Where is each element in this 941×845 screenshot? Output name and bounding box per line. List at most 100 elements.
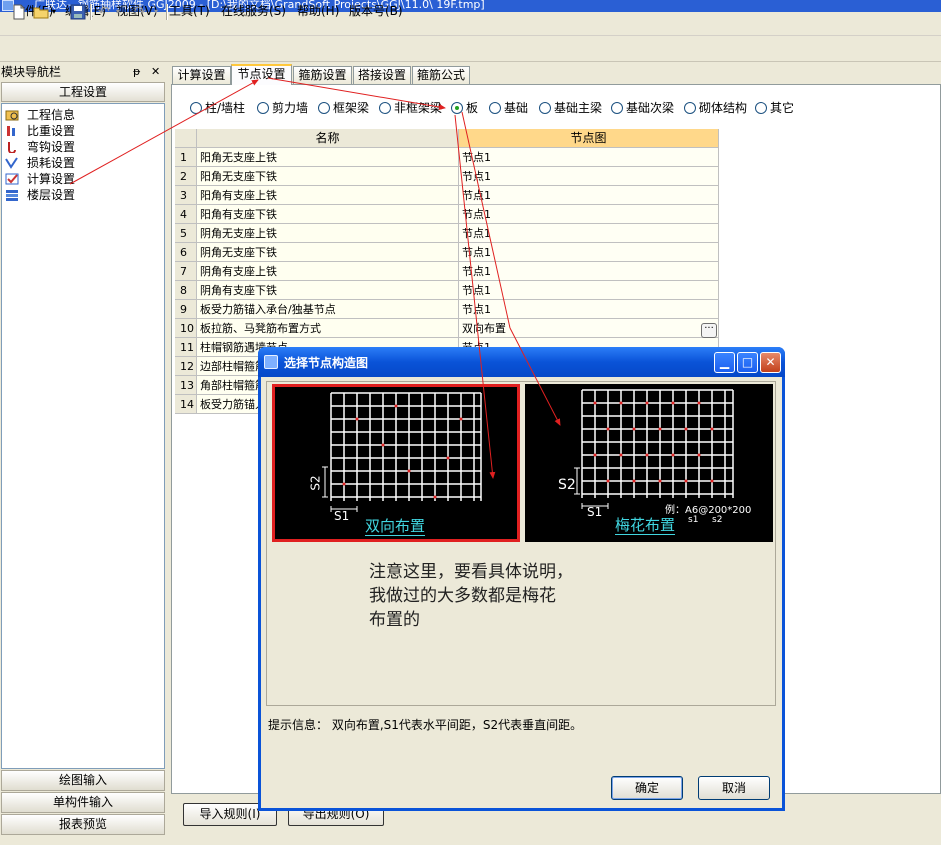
menu-help[interactable]: 帮助(H) (297, 3, 339, 19)
menu-tools[interactable]: 工具(T) (169, 3, 210, 19)
grid-header-name: 名称 (197, 129, 459, 148)
nav-report-preview[interactable]: 报表预览 (1, 814, 165, 835)
nav-drawing-input[interactable]: 绘图输入 (1, 770, 165, 791)
open-dropdown-icon[interactable]: ▾ (52, 4, 62, 20)
row-number: 5 (175, 224, 197, 243)
toolbar-separator (90, 4, 92, 20)
row-name: 板受力筋锚入承台/独基节点 (197, 300, 459, 319)
row-number: 12 (175, 357, 197, 376)
nav-list (1, 103, 165, 769)
row-name: 阳角有支座上铁 (197, 186, 459, 205)
minimize-icon[interactable]: ▁ (714, 352, 735, 373)
pin-icon[interactable]: ᵽ (133, 65, 140, 78)
row-number: 7 (175, 262, 197, 281)
redo-dropdown-icon[interactable]: ▾ (154, 4, 162, 20)
density-icon (5, 125, 19, 137)
row-node-value[interactable]: 节点1 (459, 262, 719, 281)
row-name: 板拉筋、马凳筋布置方式 (197, 319, 459, 338)
table-row[interactable]: 3 阳角有支座上铁 节点1 (175, 186, 719, 205)
row-number: 2 (175, 167, 197, 186)
table-row[interactable]: 9 板受力筋锚入承台/独基节点 节点1 (175, 300, 719, 319)
row-node-value[interactable]: 节点1 (459, 224, 719, 243)
table-row[interactable]: 1 阳角无支座上铁 节点1 (175, 148, 719, 167)
row-number: 9 (175, 300, 197, 319)
dialog-title-bar: 选择节点构造图 ▁ □ ✕ (258, 347, 785, 377)
tab-stirrup-formula[interactable]: 箍筋公式 (412, 66, 470, 84)
new-file-icon[interactable] (11, 4, 27, 20)
table-row[interactable]: 4 阳角有支座下铁 节点1 (175, 205, 719, 224)
bidirectional-label: 双向布置 (365, 517, 426, 536)
tab-stirrup-settings[interactable]: 箍筋设置 (293, 66, 352, 84)
toolbar-separator (166, 4, 168, 20)
row-number: 4 (175, 205, 197, 224)
row-name: 阳角有支座下铁 (197, 205, 459, 224)
row-node-value[interactable]: 节点1 (459, 243, 719, 262)
undo-dropdown-icon[interactable]: ▾ (116, 4, 124, 20)
row-node-value[interactable]: 节点1 (459, 167, 719, 186)
cancel-button[interactable]: 取消 (698, 776, 770, 800)
row-node-value[interactable]: 节点1 (459, 300, 719, 319)
menu-version[interactable]: 版本号(B) (349, 3, 403, 19)
nav-panel-title: 模块导航栏 (1, 65, 62, 79)
row-number: 8 (175, 281, 197, 300)
row-name: 阳角无支座上铁 (197, 148, 459, 167)
tab-calc-settings[interactable]: 计算设置 (172, 66, 231, 84)
s1-label: S1 (334, 509, 350, 523)
tab-node-settings[interactable]: 节点设置 (231, 64, 292, 85)
s2-sub-label: s2 (712, 515, 723, 525)
grid-corner (175, 129, 197, 148)
table-row[interactable]: 10 板拉筋、马凳筋布置方式 双向布置 (175, 319, 719, 338)
table-row[interactable]: 6 阴角无支座下铁 节点1 (175, 243, 719, 262)
row-name: 阴角有支座下铁 (197, 281, 459, 300)
row-name: 阴角有支座上铁 (197, 262, 459, 281)
row-name: 阴角无支座上铁 (197, 224, 459, 243)
table-row[interactable]: 7 阴角有支座上铁 节点1 (175, 262, 719, 281)
close-dialog-icon[interactable]: ✕ (760, 352, 781, 373)
calc-settings-icon (5, 173, 19, 185)
nav-section-project-settings[interactable]: 工程设置 (1, 82, 165, 102)
table-row[interactable]: 8 阴角有支座下铁 节点1 (175, 281, 719, 300)
s1-sub-label: s1 (688, 515, 699, 525)
nav-component-input[interactable]: 单构件输入 (1, 792, 165, 813)
tab-lap-settings[interactable]: 搭接设置 (353, 66, 411, 84)
note-line-1: 注意这里，要看具体说明， (369, 562, 573, 582)
row-number: 6 (175, 243, 197, 262)
row-number: 13 (175, 376, 197, 395)
row-number: 11 (175, 338, 197, 357)
row-node-value[interactable]: 节点1 (459, 186, 719, 205)
ok-button[interactable]: 确定 (611, 776, 683, 800)
dialog-title: 选择节点构造图 (284, 356, 369, 370)
note-line-3: 布置的 (369, 610, 420, 630)
row-number: 1 (175, 148, 197, 167)
s2-label: S2 (308, 475, 323, 491)
row-node-value[interactable]: 双向布置 (459, 319, 719, 338)
hint-text: 提示信息： 双向布置,S1代表水平间距，S2代表垂直间距。 (268, 718, 583, 732)
hook-icon (5, 141, 19, 154)
close-icon[interactable]: ✕ (151, 65, 160, 78)
row-node-value[interactable]: 节点1 (459, 205, 719, 224)
ellipsis-button[interactable]: ··· (701, 321, 717, 338)
note-line-2: 我做过的大多数都是梅花 (369, 586, 556, 606)
s2-label-plum: S2 (558, 477, 576, 493)
table-row[interactable]: 5 阴角无支座上铁 节点1 (175, 224, 719, 243)
undo-icon[interactable]: ↶ (98, 4, 114, 20)
nav-panel-header: 模块导航栏 (0, 64, 167, 81)
save-icon[interactable] (70, 4, 86, 20)
row-number: 3 (175, 186, 197, 205)
row-number: 10 (175, 319, 197, 338)
toolbar (0, 37, 941, 62)
project-info-icon (5, 109, 19, 121)
maximize-icon[interactable]: □ (737, 352, 758, 373)
row-node-value[interactable]: 节点1 (459, 281, 719, 300)
s1-label-plum: S1 (587, 505, 603, 519)
row-name: 阳角无支座下铁 (197, 167, 459, 186)
node-image-plum[interactable]: S2 S1 例：A6@200*200 s1 s2 梅花布置 (525, 384, 773, 542)
example-spec: 例：A6@200*200 (665, 505, 752, 516)
table-row[interactable]: 2 阳角无支座下铁 节点1 (175, 167, 719, 186)
node-image-bidirectional[interactable]: S2 S1 双向布置 (272, 384, 520, 542)
menu-online-service[interactable]: 在线服务(S) (221, 3, 286, 19)
open-folder-icon[interactable] (33, 4, 49, 20)
row-name: 阴角无支座下铁 (197, 243, 459, 262)
row-node-value[interactable]: 节点1 (459, 148, 719, 167)
redo-icon[interactable]: ↷ (134, 4, 150, 20)
